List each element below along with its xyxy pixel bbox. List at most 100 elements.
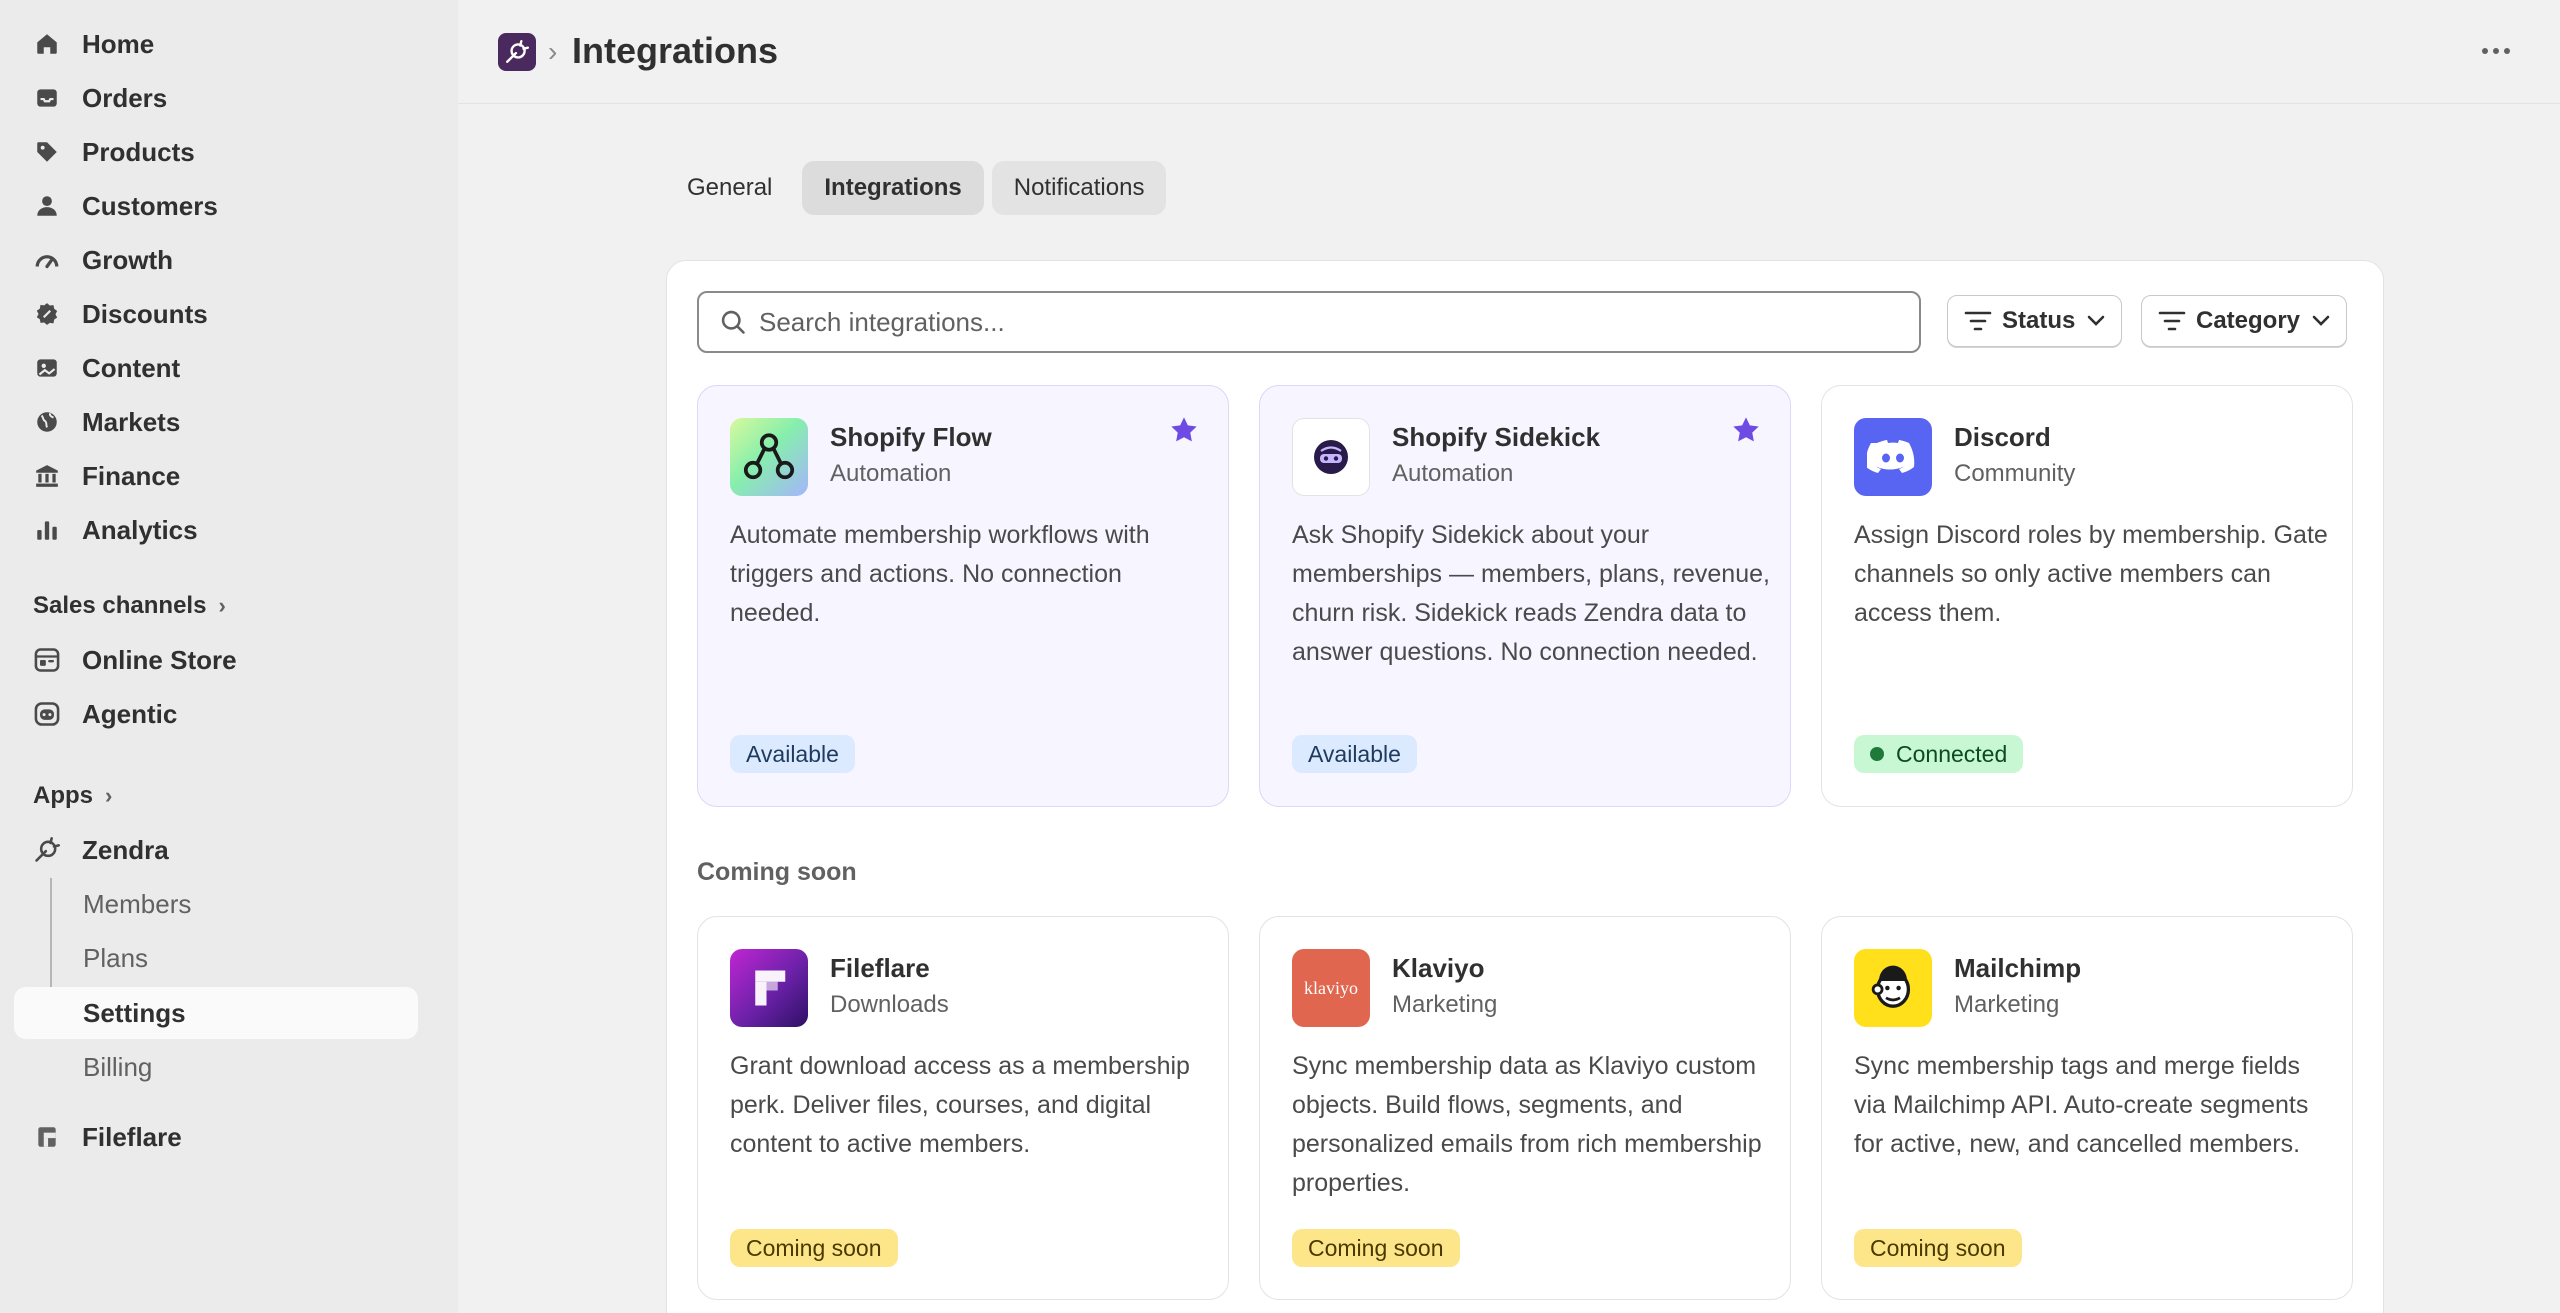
nav-growth[interactable]: Growth: [14, 234, 418, 286]
tag-icon: [32, 137, 62, 167]
nav-fileflare[interactable]: Fileflare: [14, 1111, 418, 1163]
chevron-right-icon: ›: [105, 783, 113, 808]
shopify-sidekick-logo-icon: [1292, 418, 1370, 496]
integration-card-discord[interactable]: Discord Community Assign Discord roles b…: [1821, 385, 2353, 807]
sales-channels-heading[interactable]: Sales channels ›: [33, 592, 226, 620]
integration-description: Assign Discord roles by membership. Gate…: [1854, 521, 2328, 627]
search-input[interactable]: [759, 306, 1859, 338]
tab-general[interactable]: General: [665, 161, 794, 215]
home-icon: [32, 29, 62, 59]
integration-description: Grant download access as a membership pe…: [730, 1052, 1190, 1158]
tab-notifications[interactable]: Notifications: [991, 161, 1167, 215]
filter-icon: [2158, 311, 2186, 331]
dot-icon: [2482, 48, 2488, 54]
nav-zendra-label: Zendra: [82, 834, 169, 865]
coming-soon-heading: Coming soon: [697, 858, 857, 886]
apps-heading[interactable]: Apps ›: [33, 782, 112, 810]
nav-orders-label: Orders: [82, 82, 168, 113]
nav-products-label: Products: [82, 136, 195, 167]
integration-category: Downloads: [830, 991, 949, 1018]
nav-customers-label: Customers: [82, 190, 218, 221]
zendra-app-icon[interactable]: [498, 33, 536, 71]
integrations-panel: Status Category Shopify Flow Automation …: [666, 260, 2384, 1313]
fileflare-logo-icon: [730, 949, 808, 1027]
nav-discounts-label: Discounts: [82, 298, 208, 329]
store-icon: [32, 645, 62, 675]
integration-name: Discord: [1954, 422, 2051, 452]
nav-markets-label: Markets: [82, 406, 181, 437]
nav-markets[interactable]: Markets: [14, 396, 418, 448]
integration-name: Klaviyo: [1392, 953, 1485, 983]
integration-category: Community: [1954, 460, 2076, 487]
nav-home[interactable]: Home: [14, 18, 418, 70]
gauge-icon: [32, 245, 62, 275]
shopify-flow-logo-icon: [730, 418, 808, 496]
integration-name: Shopify Sidekick: [1392, 422, 1601, 452]
category-filter-label: Category: [2196, 307, 2301, 334]
klaviyo-logo-icon: klaviyo: [1292, 949, 1370, 1027]
globe-icon: [32, 407, 62, 437]
star-icon[interactable]: [1730, 414, 1762, 446]
fileflare-icon: [32, 1122, 62, 1152]
nav-online-store-label: Online Store: [82, 644, 237, 675]
connected-dot-icon: [1870, 747, 1884, 761]
robot-icon: [32, 699, 62, 729]
nav-analytics-label: Analytics: [82, 514, 198, 545]
nav-agentic[interactable]: Agentic: [14, 688, 418, 740]
search-icon: [721, 310, 745, 334]
nav-orders[interactable]: Orders: [14, 72, 418, 124]
nav-content-label: Content: [82, 352, 181, 383]
integration-card-fileflare[interactable]: Fileflare Downloads Grant download acces…: [697, 916, 1229, 1300]
status-badge: Coming soon: [1854, 1229, 2022, 1267]
discount-icon: [32, 299, 62, 329]
nav-members-label: Members: [83, 888, 192, 919]
nav-plans[interactable]: Plans: [14, 932, 418, 984]
more-actions-button[interactable]: [2476, 36, 2516, 66]
integration-description: Sync membership data as Klaviyo custom o…: [1292, 1052, 1762, 1197]
breadcrumb-separator: ›: [548, 36, 558, 67]
filter-icon: [1964, 311, 1992, 331]
nav-zendra[interactable]: Zendra: [14, 824, 418, 876]
nav-billing-label: Billing: [83, 1051, 153, 1082]
page-title: Integrations: [572, 30, 779, 71]
klaviyo-logo-text: klaviyo: [1304, 977, 1358, 998]
nav-finance[interactable]: Finance: [14, 450, 418, 502]
sales-channels-label: Sales channels: [33, 592, 207, 619]
search-box[interactable]: [697, 291, 1921, 353]
integration-description: Ask Shopify Sidekick about your membersh…: [1292, 521, 1770, 666]
nav-fileflare-label: Fileflare: [82, 1121, 182, 1152]
nav-agentic-label: Agentic: [82, 698, 178, 729]
tab-integrations[interactable]: Integrations: [802, 161, 984, 215]
nav-products[interactable]: Products: [14, 126, 418, 178]
nav-content[interactable]: Content: [14, 342, 418, 394]
integration-name: Shopify Flow: [830, 422, 992, 452]
nav-settings[interactable]: Settings: [14, 987, 418, 1039]
star-icon[interactable]: [1168, 414, 1200, 446]
apps-label: Apps: [33, 782, 93, 809]
settings-tabs: General Integrations Notifications: [665, 161, 1167, 215]
nav-members[interactable]: Members: [14, 878, 418, 930]
dot-icon: [2493, 48, 2499, 54]
nav-discounts[interactable]: Discounts: [14, 288, 418, 340]
nav-analytics[interactable]: Analytics: [14, 504, 418, 556]
bar-chart-icon: [32, 515, 62, 545]
integration-card-mailchimp[interactable]: Mailchimp Marketing Sync membership tags…: [1821, 916, 2353, 1300]
nav-billing[interactable]: Billing: [14, 1041, 418, 1093]
category-filter-button[interactable]: Category: [2141, 295, 2348, 347]
integration-name: Mailchimp: [1954, 953, 2082, 983]
integration-category: Marketing: [1392, 991, 1498, 1018]
status-badge: Coming soon: [730, 1229, 898, 1267]
nav-plans-label: Plans: [83, 942, 149, 973]
nav-finance-label: Finance: [82, 460, 181, 491]
integration-card-shopify-flow[interactable]: Shopify Flow Automation Automate members…: [697, 385, 1229, 807]
integration-category: Automation: [830, 460, 952, 487]
inbox-icon: [32, 83, 62, 113]
integration-card-shopify-sidekick[interactable]: Shopify Sidekick Automation Ask Shopify …: [1259, 385, 1791, 807]
integration-card-klaviyo[interactable]: klaviyo Klaviyo Marketing Sync membershi…: [1259, 916, 1791, 1300]
status-filter-button[interactable]: Status: [1947, 295, 2123, 347]
status-badge: Coming soon: [1292, 1229, 1460, 1267]
discord-logo-icon: [1854, 418, 1932, 496]
nav-online-store[interactable]: Online Store: [14, 634, 418, 686]
nav-customers[interactable]: Customers: [14, 180, 418, 232]
chevron-down-icon: [2312, 315, 2330, 326]
